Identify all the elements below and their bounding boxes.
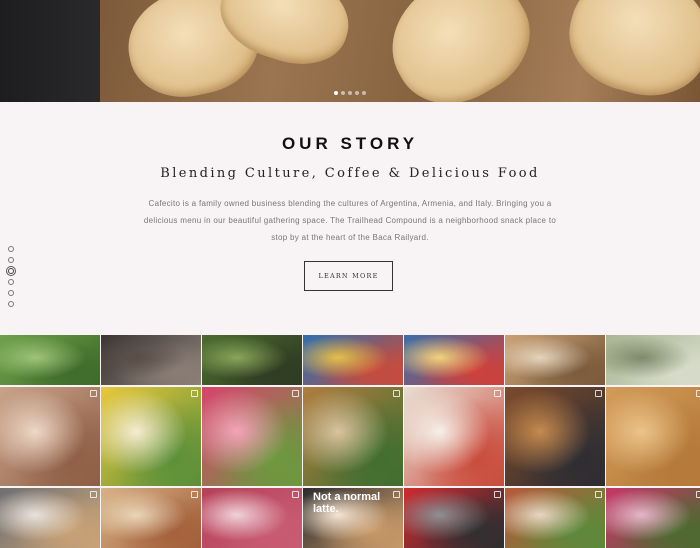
hero-image-empanadas <box>100 0 700 102</box>
people-on-grass-photo[interactable] <box>0 335 100 385</box>
instagram-icon <box>595 390 602 397</box>
instagram-icon <box>393 390 400 397</box>
instagram-icon <box>595 491 602 498</box>
single-empanada-photo[interactable] <box>101 488 201 548</box>
burger-photo[interactable] <box>505 387 605 486</box>
colorful-storefront-photo[interactable] <box>303 335 403 385</box>
story-subtitle: Blending Culture, Coffee & Delicious Foo… <box>160 166 540 181</box>
instagram-icon <box>696 390 700 397</box>
dessert-slice-photo[interactable] <box>0 488 100 548</box>
instagram-icon <box>494 390 501 397</box>
section-nav-dot[interactable] <box>8 290 14 296</box>
instagram-icon <box>191 390 198 397</box>
patio-seating-photo[interactable] <box>101 335 201 385</box>
empanada-tray-photo[interactable] <box>606 387 700 486</box>
empanada <box>369 0 551 102</box>
tile-caption: Not a normal latte. <box>313 491 381 515</box>
section-nav <box>8 246 14 312</box>
cafe-counter-photo[interactable] <box>404 488 504 548</box>
empanada <box>557 0 700 102</box>
slider-dot[interactable] <box>348 91 352 95</box>
slider-dot[interactable] <box>362 91 366 95</box>
coffee-cup-hand-photo[interactable] <box>0 387 100 486</box>
section-nav-dot[interactable] <box>8 301 14 307</box>
garden-fence-photo[interactable] <box>202 335 302 385</box>
instagram-gallery: Not a normal latte. <box>0 335 700 548</box>
section-nav-dot[interactable] <box>8 257 14 263</box>
pink-tulip-photo[interactable] <box>202 387 302 486</box>
instagram-icon <box>696 491 700 498</box>
story-title: OUR STORY <box>281 134 419 153</box>
story-body: Cafecito is a family owned business blen… <box>143 199 557 242</box>
section-nav-dot[interactable] <box>8 246 14 252</box>
heart-cookie-photo[interactable] <box>606 335 700 385</box>
flowers-photo[interactable] <box>606 488 700 548</box>
sandwich-plate-photo[interactable] <box>505 335 605 385</box>
slider-dot[interactable] <box>355 91 359 95</box>
line-art-figure-photo[interactable] <box>202 488 302 548</box>
instagram-icon <box>292 491 299 498</box>
slider-dot[interactable] <box>341 91 345 95</box>
learn-more-button[interactable]: LEARN MORE <box>304 261 393 291</box>
hero-dark-panel <box>0 0 102 102</box>
instagram-icon <box>90 390 97 397</box>
instagram-icon <box>191 491 198 498</box>
hero-slider <box>0 0 700 102</box>
section-nav-dot-active[interactable] <box>8 268 14 274</box>
instagram-icon <box>292 390 299 397</box>
mural-wall-photo[interactable] <box>404 335 504 385</box>
egg-scramble-plate-photo[interactable] <box>101 387 201 486</box>
section-nav-dot[interactable] <box>8 279 14 285</box>
instagram-icon <box>494 491 501 498</box>
gnocchi-dough-photo[interactable] <box>404 387 504 486</box>
slider-dot[interactable] <box>334 91 338 95</box>
latte-art-photo[interactable]: Not a normal latte. <box>303 488 403 548</box>
crusted-chicken-plate-photo[interactable] <box>303 387 403 486</box>
instagram-icon <box>90 491 97 498</box>
slider-pagination <box>334 91 366 95</box>
avocado-toast-photo[interactable] <box>505 488 605 548</box>
